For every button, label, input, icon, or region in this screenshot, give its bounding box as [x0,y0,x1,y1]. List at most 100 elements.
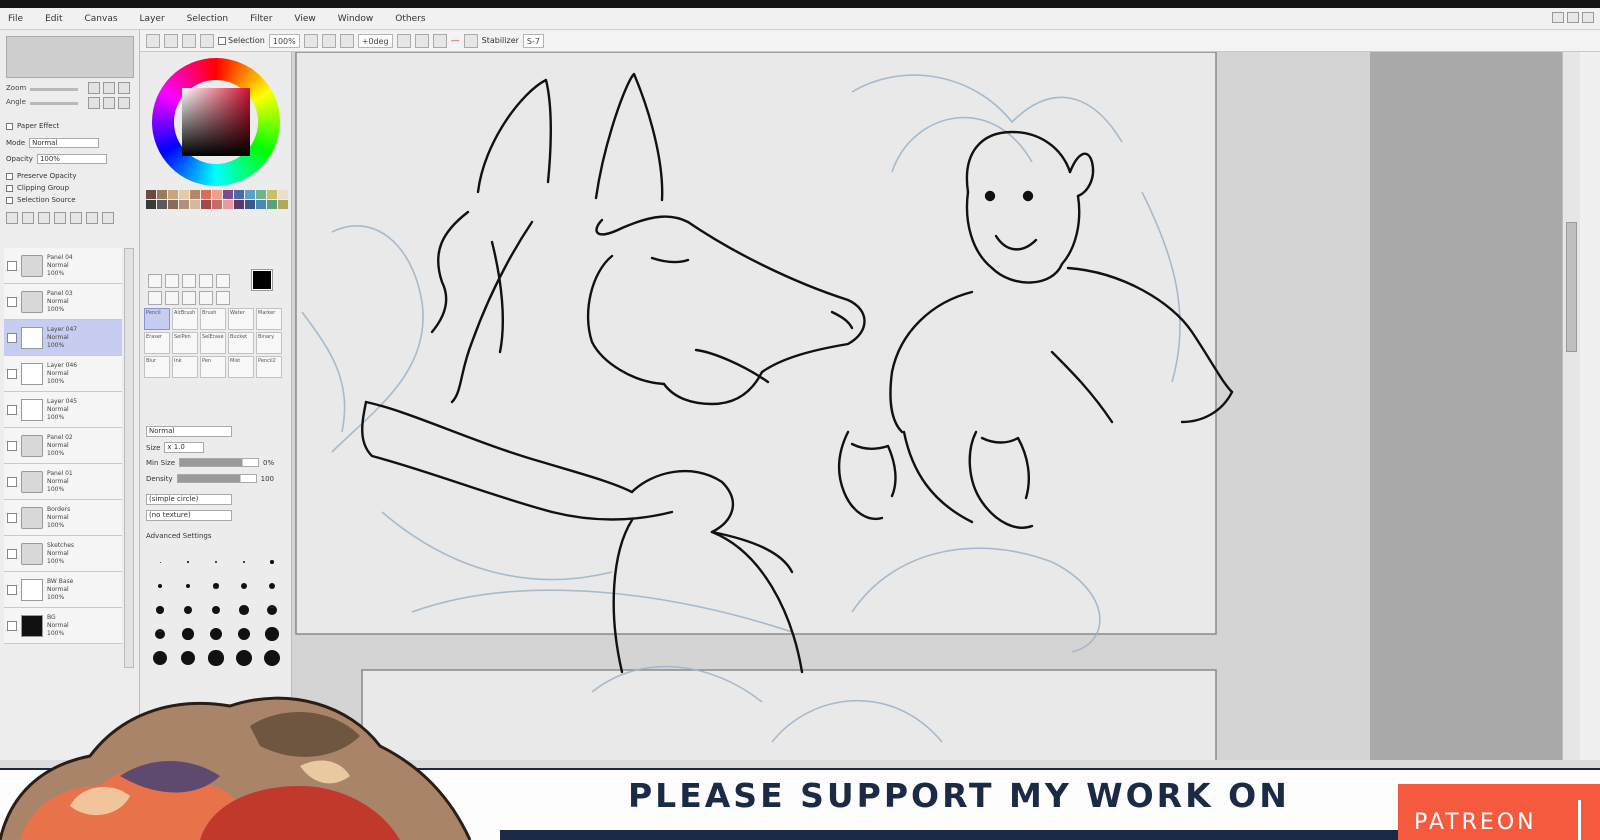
min-size-slider[interactable] [179,458,260,467]
brush-size-preset[interactable] [204,648,228,668]
brush-size-preset[interactable] [148,576,172,596]
menu-window[interactable]: Window [338,14,374,24]
color-swatch[interactable] [157,190,167,199]
paper-effect-toggle[interactable]: Paper Effect [6,122,59,130]
maximize-button[interactable] [1567,12,1579,23]
new-folder-button[interactable] [38,212,50,224]
brush-tool-blur[interactable]: Blur [144,356,170,378]
rotate-left-button[interactable] [396,33,411,48]
color-swatch[interactable] [146,200,156,209]
color-swatch[interactable] [201,200,211,209]
color-swatch[interactable] [245,190,255,199]
color-swatch[interactable] [278,190,288,199]
brush-blend-select[interactable]: Normal [146,426,232,437]
layer-row[interactable]: Panel 02 Normal 100% [4,428,122,464]
brush-size-preset[interactable] [260,576,284,596]
menu-view[interactable]: View [294,14,315,24]
angle-field[interactable]: +0deg [357,33,393,48]
brush-tool-selpen[interactable]: SelPen [172,332,198,354]
eye-icon[interactable] [7,404,17,415]
brush-size-preset[interactable] [260,552,284,572]
eyedropper-icon[interactable] [182,291,196,305]
color-swatch[interactable] [190,190,200,199]
brush-size-preset[interactable] [176,624,200,644]
transform-icon[interactable] [199,291,213,305]
brush-size-preset[interactable] [232,576,256,596]
eye-icon[interactable] [7,584,17,595]
brush-size-multiplier[interactable]: x 1.0 [164,442,205,453]
color-swatch[interactable] [190,200,200,209]
layer-row[interactable]: Layer 047 Normal 100% [4,320,122,356]
zoom-reset-button[interactable] [339,33,354,48]
brush-size-preset[interactable] [176,600,200,620]
flip-indicator[interactable]: — [451,36,460,46]
lasso-icon[interactable] [165,274,179,288]
deselect-button[interactable] [164,33,178,48]
move-icon[interactable] [199,274,213,288]
brush-tool-bucket[interactable]: Bucket [228,332,254,354]
brush-tool-marker[interactable]: Marker [256,308,282,330]
navigator-thumbnail[interactable] [6,36,134,78]
menu-canvas[interactable]: Canvas [85,14,118,24]
invert-selection-button[interactable] [182,33,196,48]
selection-source-toggle[interactable]: Selection Source [6,196,76,204]
brush-size-preset[interactable] [204,600,228,620]
foreground-color[interactable] [251,269,273,291]
advanced-settings-toggle[interactable]: Advanced Settings [146,532,212,540]
brush-size-preset[interactable] [232,600,256,620]
delete-layer-button[interactable] [102,212,114,224]
canvas-scrollbar-thumb[interactable] [1566,222,1577,352]
color-swatch[interactable] [278,200,288,209]
stabilizer-select[interactable]: S-7 [522,33,544,48]
rotate-right-button[interactable] [414,33,429,48]
layer-row[interactable]: Panel 04 Normal 100% [4,248,122,284]
color-swatch[interactable] [256,200,266,209]
preserve-opacity-toggle[interactable]: Preserve Opacity [6,172,77,180]
brush-tool-selerase[interactable]: SelErase [200,332,226,354]
rotate-icon[interactable] [148,291,162,305]
color-swatch[interactable] [245,200,255,209]
zoom-icon[interactable] [216,274,230,288]
mode-select[interactable]: Normal [29,138,100,148]
selection-checkbox[interactable]: Selection [218,36,265,45]
color-swatch[interactable] [157,200,167,209]
layer-row[interactable]: BG Normal 100% [4,608,122,644]
menu-others[interactable]: Others [395,14,425,24]
color-swatch[interactable] [234,200,244,209]
brush-size-preset[interactable] [176,648,200,668]
color-swatch[interactable] [201,190,211,199]
density-slider[interactable] [176,474,257,483]
navigator-zoom-slider[interactable]: Zoom [6,84,80,94]
color-swatch[interactable] [212,200,222,209]
eye-icon[interactable] [7,296,17,307]
opacity-slider[interactable]: 100% [36,154,107,164]
eye-icon[interactable] [7,512,17,523]
eye-icon[interactable] [7,476,17,487]
drawing-canvas[interactable] [292,52,1370,760]
color-swatch[interactable] [223,190,233,199]
zoom-field[interactable]: 100% [268,33,300,48]
canvas-scrollbar[interactable] [1562,52,1580,760]
brush-tool-pen[interactable]: Pen [200,356,226,378]
color-swatch[interactable] [168,190,178,199]
brush-size-preset[interactable] [260,624,284,644]
brush-tool-pencil[interactable]: Pencil [144,308,170,330]
nav-rotate-right-button[interactable] [103,97,115,109]
minimize-button[interactable] [1552,12,1564,23]
merge-down-button[interactable] [70,212,82,224]
color-swatch[interactable] [168,200,178,209]
brush-size-preset[interactable] [148,624,172,644]
color-swatch[interactable] [146,190,156,199]
nav-zoom-in-button[interactable] [88,82,100,94]
layer-row[interactable]: Panel 03 Normal 100% [4,284,122,320]
brush-size-preset[interactable] [148,648,172,668]
color-swatch[interactable] [267,190,277,199]
select-all-button[interactable] [146,33,160,48]
text-icon[interactable] [216,291,230,305]
clear-layer-button[interactable] [86,212,98,224]
nav-zoom-out-button[interactable] [103,82,115,94]
brush-size-preset[interactable] [232,648,256,668]
color-swatch[interactable] [234,190,244,199]
rotate-reset-button[interactable] [432,33,447,48]
brush-tool-water[interactable]: Water [228,308,254,330]
